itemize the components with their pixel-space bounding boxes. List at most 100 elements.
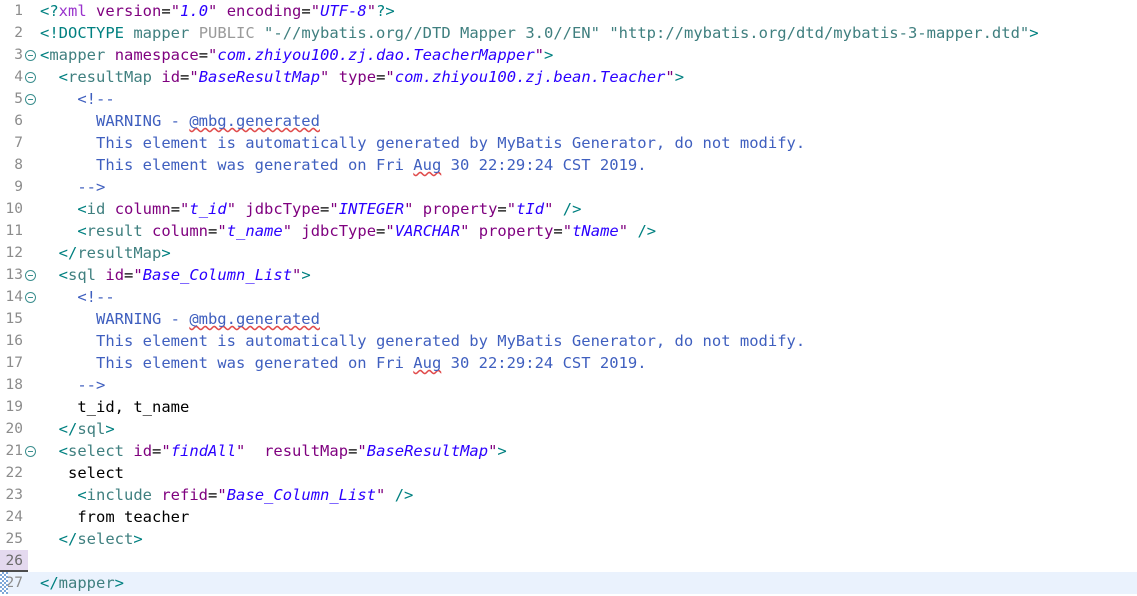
code-line-text: <result column="t_name" jdbcType="VARCHA… bbox=[40, 220, 656, 242]
code-line[interactable]: 17 This element was generated on Fri Aug… bbox=[0, 352, 1137, 374]
fold-collapse-icon[interactable] bbox=[25, 50, 36, 61]
code-line[interactable]: 5 <!-- bbox=[0, 88, 1137, 110]
code-line-text: </resultMap> bbox=[40, 242, 171, 264]
code-token: > bbox=[133, 530, 143, 548]
code-line[interactable]: 10 <id column="t_id" jdbcType="INTEGER" … bbox=[0, 198, 1137, 220]
code-lines-container[interactable]: 1 <?xml version="1.0" encoding="UTF-8"?> 2… bbox=[0, 0, 1137, 594]
line-number: 3 bbox=[14, 47, 23, 63]
code-token: resultMap bbox=[68, 68, 153, 86]
code-token: = bbox=[376, 68, 386, 86]
code-token: > bbox=[114, 574, 125, 592]
code-line[interactable]: 19 t_id, t_name bbox=[0, 396, 1137, 418]
code-token: findAll bbox=[170, 442, 237, 460]
code-token: id bbox=[105, 266, 125, 284]
line-number: 1 bbox=[14, 3, 23, 19]
line-number: 20 bbox=[5, 421, 23, 437]
code-line[interactable]: 12 </resultMap> bbox=[0, 242, 1137, 264]
code-token: = bbox=[161, 2, 171, 20]
code-line[interactable]: 18 --> bbox=[0, 374, 1137, 396]
code-line[interactable]: 15 WARNING - @mbg.generated bbox=[0, 308, 1137, 330]
code-token: < bbox=[77, 486, 87, 504]
code-line[interactable]: 4 <resultMap id="BaseResultMap" type="co… bbox=[0, 66, 1137, 88]
code-line-text: </mapper> bbox=[40, 572, 124, 594]
code-token: "http://mybatis.org/dtd/mybatis-3-mapper… bbox=[609, 24, 1030, 42]
code-line[interactable]: 2 <!DOCTYPE mapper PUBLIC "-//mybatis.org… bbox=[0, 22, 1137, 44]
code-line[interactable]: 3 <mapper namespace="com.zhiyou100.zj.dao… bbox=[0, 44, 1137, 66]
code-token: < bbox=[58, 442, 69, 460]
code-line[interactable]: 25 </select> bbox=[0, 528, 1137, 550]
code-token: namespace bbox=[114, 46, 199, 64]
line-number: 7 bbox=[14, 135, 23, 151]
code-token: Aug bbox=[413, 354, 442, 372]
line-number: 8 bbox=[14, 157, 23, 173]
code-line-text: select bbox=[40, 462, 124, 484]
code-token: This element is automatically generated … bbox=[40, 332, 806, 350]
code-token: = bbox=[553, 222, 563, 240]
code-token: column bbox=[114, 200, 171, 218]
code-line[interactable]: 1 <?xml version="1.0" encoding="UTF-8"?> bbox=[0, 0, 1137, 22]
code-line-text: <sql id="Base_Column_List"> bbox=[40, 264, 311, 286]
code-line[interactable]: 20 </sql> bbox=[0, 418, 1137, 440]
xml-source-editor[interactable]: 1 <?xml version="1.0" encoding="UTF-8"?> 2… bbox=[0, 0, 1137, 596]
code-line[interactable]: 23 <include refid="Base_Column_List" /> bbox=[0, 484, 1137, 506]
fold-collapse-icon[interactable] bbox=[25, 292, 36, 303]
code-token: id bbox=[86, 200, 106, 218]
code-token: <? bbox=[40, 2, 59, 20]
code-token: " bbox=[189, 68, 199, 86]
code-token: " bbox=[282, 222, 293, 240]
code-line[interactable]: 11 <result column="t_name" jdbcType="VAR… bbox=[0, 220, 1137, 242]
code-token: </ bbox=[58, 530, 78, 548]
code-token: 30 22:29:24 CST 2019. bbox=[441, 354, 647, 372]
code-line[interactable]: 24 from teacher bbox=[0, 506, 1137, 528]
code-token: > bbox=[161, 244, 171, 262]
code-token: com.zhiyou100.zj.dao.TeacherMapper bbox=[217, 46, 535, 64]
code-token: = bbox=[124, 266, 134, 284]
code-token: VARCHAR bbox=[394, 222, 461, 240]
code-line[interactable]: 27 </mapper> bbox=[0, 572, 1137, 594]
code-token: 1.0 bbox=[180, 2, 209, 20]
code-line-text: <?xml version="1.0" encoding="UTF-8"?> bbox=[40, 0, 395, 22]
code-line[interactable]: 21 <select id="findAll" resultMap="BaseR… bbox=[0, 440, 1137, 462]
code-token: " bbox=[506, 200, 517, 218]
code-token: > bbox=[301, 266, 311, 284]
code-token: jdbcType bbox=[301, 222, 377, 240]
code-line[interactable]: 8 This element was generated on Fri Aug … bbox=[0, 154, 1137, 176]
code-line[interactable]: 16 This element is automatically generat… bbox=[0, 330, 1137, 352]
line-number: 10 bbox=[5, 201, 23, 217]
code-line[interactable]: 6 WARNING - @mbg.generated bbox=[0, 110, 1137, 132]
code-token: 30 22:29:24 CST 2019. bbox=[441, 156, 647, 174]
code-token: <!DOCTYPE bbox=[40, 24, 124, 42]
code-token: t_id, t_name bbox=[40, 398, 190, 416]
code-line[interactable]: 9 --> bbox=[0, 176, 1137, 198]
line-number: 2 bbox=[14, 25, 23, 41]
fold-collapse-icon[interactable] bbox=[25, 72, 36, 83]
line-number: 25 bbox=[5, 531, 23, 547]
code-token: This element is automatically generated … bbox=[40, 134, 806, 152]
code-token: ?> bbox=[376, 2, 395, 20]
code-line-text: <resultMap id="BaseResultMap" type="com.… bbox=[40, 66, 684, 88]
fold-collapse-icon[interactable] bbox=[25, 94, 36, 105]
code-token: @mbg.generated bbox=[189, 310, 320, 328]
code-line[interactable]: 22 select bbox=[0, 462, 1137, 484]
line-number: 4 bbox=[14, 69, 23, 85]
code-line[interactable]: 7 This element is automatically generate… bbox=[0, 132, 1137, 154]
code-token: " bbox=[217, 222, 227, 240]
code-token: " bbox=[376, 486, 386, 504]
fold-collapse-icon[interactable] bbox=[25, 270, 36, 281]
code-line[interactable]: 13 <sql id="Base_Column_List"> bbox=[0, 264, 1137, 286]
line-number: 13 bbox=[5, 267, 23, 283]
code-line[interactable]: 14 <!-- bbox=[0, 286, 1137, 308]
code-token: Base_Column_List bbox=[142, 266, 293, 284]
code-line[interactable]: 26 bbox=[0, 550, 1137, 572]
fold-collapse-icon[interactable] bbox=[25, 446, 36, 457]
